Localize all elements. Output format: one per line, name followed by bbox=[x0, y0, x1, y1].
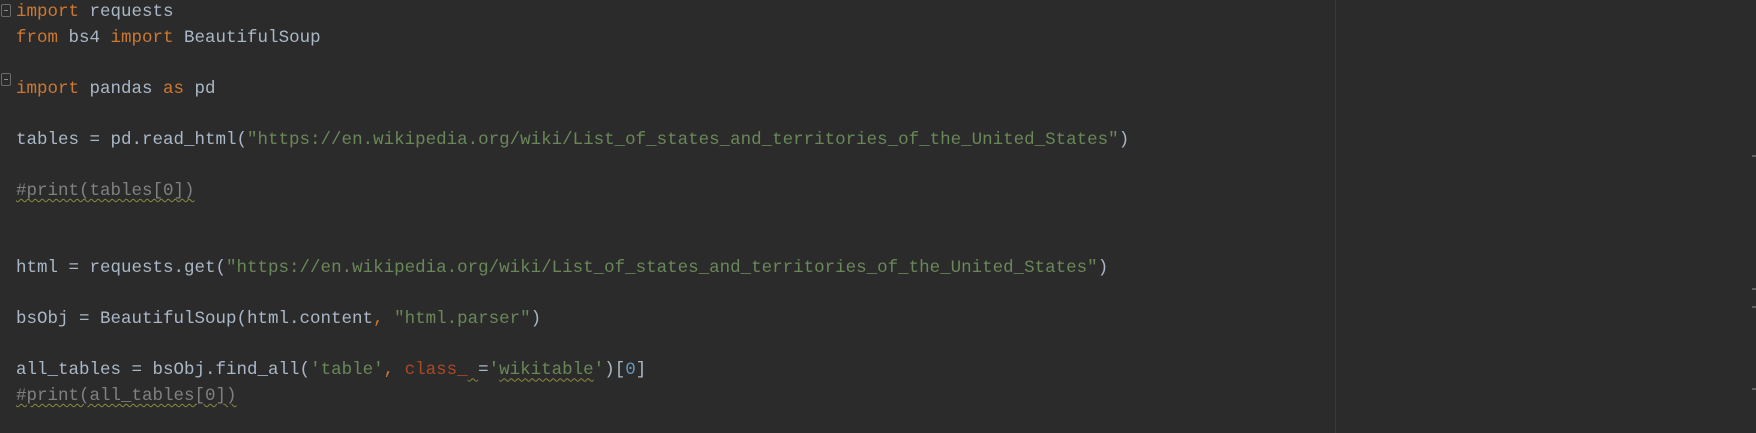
code-token: ' bbox=[488, 360, 500, 381]
code-line[interactable] bbox=[16, 154, 1326, 180]
scroll-marker[interactable] bbox=[1752, 155, 1756, 157]
code-line[interactable]: tables = pd.read_html("https://en.wikipe… bbox=[16, 128, 1326, 154]
code-line[interactable] bbox=[16, 333, 1326, 359]
code-token: , bbox=[373, 309, 395, 330]
code-line[interactable] bbox=[16, 51, 1326, 77]
code-token: import bbox=[16, 2, 80, 22]
code-token: as bbox=[163, 78, 185, 99]
code-token: ) bbox=[1118, 129, 1130, 150]
fold-marker-icon[interactable] bbox=[1, 73, 11, 86]
code-line[interactable]: html = requests.get("https://en.wikipedi… bbox=[16, 256, 1326, 282]
code-token: all_tables = bsObj.find_all( bbox=[16, 360, 311, 381]
code-token: bs4 bbox=[58, 27, 111, 48]
code-token: #print(all_tables[0]) bbox=[16, 385, 237, 406]
code-line[interactable]: #print(tables[0]) bbox=[16, 179, 1326, 205]
scroll-marker[interactable] bbox=[1752, 388, 1756, 390]
code-token: import bbox=[16, 78, 80, 99]
code-token: ) bbox=[1097, 257, 1109, 278]
code-token: import bbox=[110, 27, 174, 48]
code-line[interactable]: bsObj = BeautifulSoup(html.content, "htm… bbox=[16, 307, 1326, 333]
code-area[interactable]: import requests from bs4 import Beautiful… bbox=[16, 0, 1326, 410]
code-token: 'table' bbox=[310, 360, 384, 381]
code-token: "https://en.wikipedia.org/wiki/List_of_s… bbox=[226, 257, 1098, 278]
scroll-marker[interactable] bbox=[1752, 288, 1756, 290]
code-token: , bbox=[383, 360, 405, 381]
code-token: pandas bbox=[79, 78, 164, 99]
code-token: "https://en.wikipedia.org/wiki/List_of_s… bbox=[247, 129, 1119, 150]
code-token: ) bbox=[530, 309, 542, 330]
right-margin-guide bbox=[1335, 0, 1336, 433]
code-token: pd bbox=[184, 78, 216, 99]
code-token: class_ bbox=[404, 360, 468, 381]
code-line[interactable]: from bs4 import BeautifulSoup bbox=[16, 26, 1326, 52]
code-line[interactable]: all_tables = bsObj.find_all('table', cla… bbox=[16, 358, 1326, 384]
code-token: )[ bbox=[604, 360, 626, 381]
code-line[interactable] bbox=[16, 230, 1326, 256]
code-line[interactable]: import pandas as pd bbox=[16, 77, 1326, 103]
scroll-marker[interactable] bbox=[1752, 306, 1756, 308]
code-token: BeautifulSoup bbox=[173, 27, 321, 48]
code-token: requests bbox=[79, 2, 174, 22]
code-line[interactable]: #print(all_tables[0]) bbox=[16, 384, 1326, 410]
editor-gutter bbox=[0, 0, 13, 433]
code-token: 0 bbox=[625, 360, 636, 381]
code-line[interactable] bbox=[16, 205, 1326, 231]
code-line[interactable]: import requests bbox=[16, 0, 1326, 26]
fold-marker-icon[interactable] bbox=[1, 4, 11, 17]
code-token: = bbox=[478, 360, 489, 381]
code-line[interactable] bbox=[16, 282, 1326, 308]
code-token: wikitable bbox=[499, 360, 594, 381]
code-line[interactable] bbox=[16, 102, 1326, 128]
code-token: ] bbox=[635, 360, 647, 381]
code-token: html = requests.get( bbox=[16, 257, 227, 278]
code-token: tables = pd.read_html( bbox=[16, 129, 248, 150]
code-token: ' bbox=[593, 360, 605, 381]
code-token: from bbox=[16, 27, 59, 48]
code-editor[interactable]: import requests from bs4 import Beautiful… bbox=[0, 0, 1756, 433]
code-token: "html.parser" bbox=[394, 309, 531, 330]
code-token: #print(tables[0]) bbox=[16, 181, 195, 202]
code-token: bsObj = BeautifulSoup(html.content bbox=[16, 309, 374, 330]
